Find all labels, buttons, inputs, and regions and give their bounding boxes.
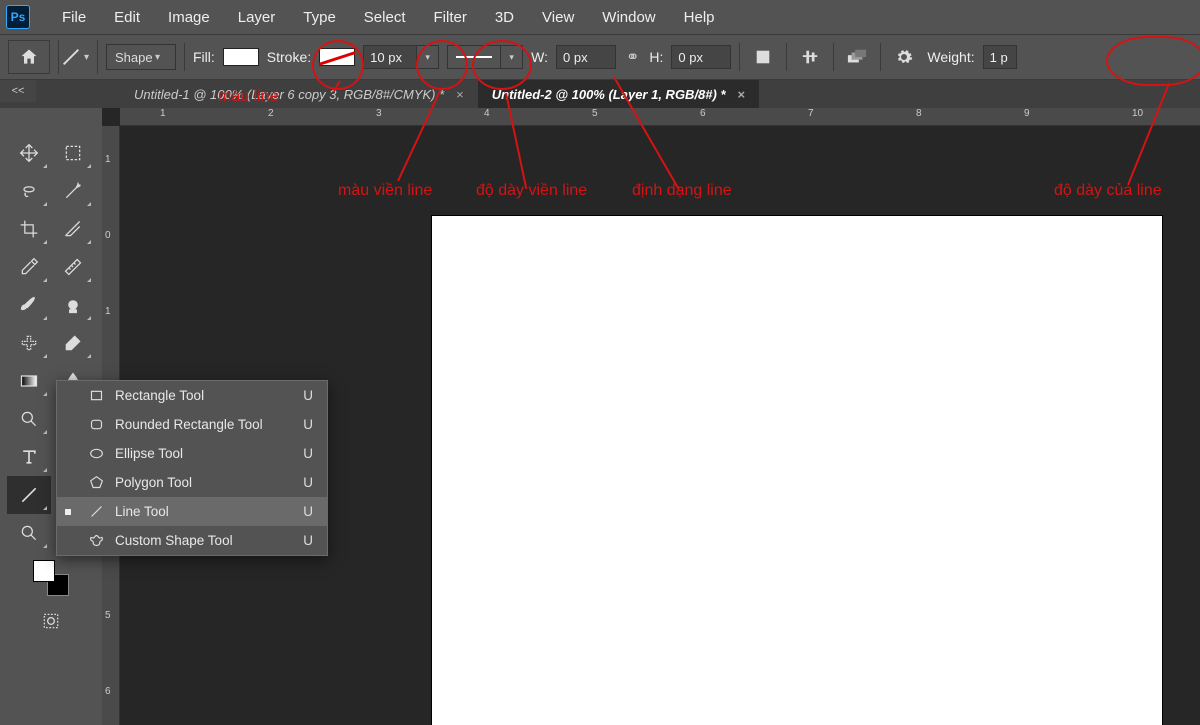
document-tab[interactable]: Untitled-2 @ 100% (Layer 1, RGB/8#) * × (478, 80, 759, 108)
flyout-label: Ellipse Tool (115, 446, 183, 461)
width-input[interactable]: 0 px (556, 45, 616, 69)
menu-view[interactable]: View (528, 9, 588, 26)
marquee-tool[interactable] (51, 134, 95, 172)
chevron-down-icon: ▾ (82, 52, 96, 63)
canvas[interactable] (432, 216, 1162, 725)
tab-title: Untitled-1 @ 100% (Layer 6 copy 3, RGB/8… (134, 87, 444, 102)
menu-help[interactable]: Help (670, 9, 729, 26)
menu-type[interactable]: Type (289, 9, 350, 26)
stroke-style-chevron[interactable]: ▾ (501, 45, 523, 69)
fill-label: Fill: (193, 49, 215, 65)
arrange-icon[interactable] (842, 42, 872, 72)
panel-collapser[interactable]: << (0, 80, 36, 102)
document-tab[interactable]: Untitled-1 @ 100% (Layer 6 copy 3, RGB/8… (120, 80, 478, 108)
ellipse-icon (85, 446, 107, 461)
menu-filter[interactable]: Filter (420, 9, 481, 26)
shape-tool-flyout: Rectangle ToolURounded Rectangle ToolUEl… (56, 380, 328, 556)
separator (880, 43, 881, 71)
separator (184, 43, 185, 71)
stroke-style-dropdown[interactable] (447, 45, 501, 69)
flyout-item-line[interactable]: Line Tool U (57, 497, 327, 526)
line-tool[interactable] (7, 476, 51, 514)
foreground-color[interactable] (33, 560, 55, 582)
menu-select[interactable]: Select (350, 9, 420, 26)
separator (786, 43, 787, 71)
flyout-label: Custom Shape Tool (115, 533, 233, 548)
move-tool[interactable] (7, 134, 51, 172)
tab-title: Untitled-2 @ 100% (Layer 1, RGB/8#) * (492, 87, 726, 102)
weight-input[interactable]: 1 p (983, 45, 1017, 69)
stroke-label: Stroke: (267, 49, 311, 65)
link-icon[interactable]: ⚭ (624, 47, 641, 67)
document-tabs: Untitled-1 @ 100% (Layer 6 copy 3, RGB/8… (0, 80, 1200, 108)
pathops-combine-icon[interactable] (748, 42, 778, 72)
menu-3d[interactable]: 3D (481, 9, 528, 26)
line-icon (85, 504, 107, 519)
separator (833, 43, 834, 71)
menu-bar: Ps FileEditImageLayerTypeSelectFilter3DV… (0, 0, 1200, 34)
slice-tool[interactable] (51, 210, 95, 248)
lasso-tool[interactable] (7, 172, 51, 210)
separator (739, 43, 740, 71)
menu-image[interactable]: Image (154, 9, 224, 26)
custom-icon (85, 533, 107, 548)
flyout-shortcut: U (303, 388, 313, 403)
height-input[interactable]: 0 px (671, 45, 731, 69)
flyout-item-rect[interactable]: Rectangle Tool U (57, 381, 327, 410)
fill-swatch[interactable] (223, 48, 259, 66)
roundrect-icon (85, 417, 107, 432)
gradient-tool[interactable] (7, 362, 51, 400)
flyout-shortcut: U (303, 533, 313, 548)
flyout-item-polygon[interactable]: Polygon Tool U (57, 468, 327, 497)
tool-preset-picker[interactable]: ▾ (58, 40, 98, 74)
flyout-item-custom[interactable]: Custom Shape Tool U (57, 526, 327, 555)
ruler-tool[interactable] (51, 248, 95, 286)
flyout-label: Polygon Tool (115, 475, 192, 490)
app-logo: Ps (6, 5, 30, 29)
home-button[interactable] (8, 40, 50, 74)
gear-icon[interactable] (889, 42, 919, 72)
eyedropper-tool[interactable] (7, 248, 51, 286)
align-icon[interactable] (795, 42, 825, 72)
menu-layer[interactable]: Layer (224, 9, 290, 26)
flyout-shortcut: U (303, 475, 313, 490)
stamp-tool[interactable] (51, 286, 95, 324)
foreground-background-swatch[interactable] (31, 558, 71, 598)
width-label: W: (531, 49, 548, 65)
stroke-width-input[interactable]: 10 px (363, 45, 417, 69)
flyout-item-roundrect[interactable]: Rounded Rectangle Tool U (57, 410, 327, 439)
menu-window[interactable]: Window (588, 9, 669, 26)
eraser-tool[interactable] (51, 324, 95, 362)
crop-tool[interactable] (7, 210, 51, 248)
flyout-item-ellipse[interactable]: Ellipse Tool U (57, 439, 327, 468)
stroke-swatch[interactable] (319, 48, 355, 66)
magic-wand-tool[interactable] (51, 172, 95, 210)
mode-label: Shape (115, 50, 153, 65)
flyout-label: Line Tool (115, 504, 169, 519)
dodge-tool[interactable] (7, 400, 51, 438)
type-tool[interactable] (7, 438, 51, 476)
mode-dropdown[interactable]: Shape ▾ (106, 44, 176, 70)
menu-file[interactable]: File (48, 9, 100, 26)
rect-icon (85, 388, 107, 403)
quickmask-button[interactable] (29, 602, 73, 640)
flyout-label: Rounded Rectangle Tool (115, 417, 263, 432)
options-bar: ▾ Shape ▾ Fill: Stroke: 10 px ▾ ▾ W: 0 p… (0, 34, 1200, 80)
zoom-tool[interactable] (7, 514, 51, 552)
stroke-width-dropdown[interactable]: ▾ (417, 45, 439, 69)
polygon-icon (85, 475, 107, 490)
height-label: H: (649, 49, 663, 65)
menu-edit[interactable]: Edit (100, 9, 154, 26)
weight-label: Weight: (927, 49, 974, 65)
flyout-label: Rectangle Tool (115, 388, 204, 403)
close-icon[interactable]: × (456, 87, 464, 102)
flyout-shortcut: U (303, 417, 313, 432)
healing-tool[interactable] (7, 324, 51, 362)
flyout-shortcut: U (303, 446, 313, 461)
chevron-down-icon: ▾ (153, 52, 167, 63)
flyout-shortcut: U (303, 504, 313, 519)
ruler-horizontal: 12345678910 (120, 108, 1200, 126)
close-icon[interactable]: × (738, 87, 746, 102)
brush-tool[interactable] (7, 286, 51, 324)
